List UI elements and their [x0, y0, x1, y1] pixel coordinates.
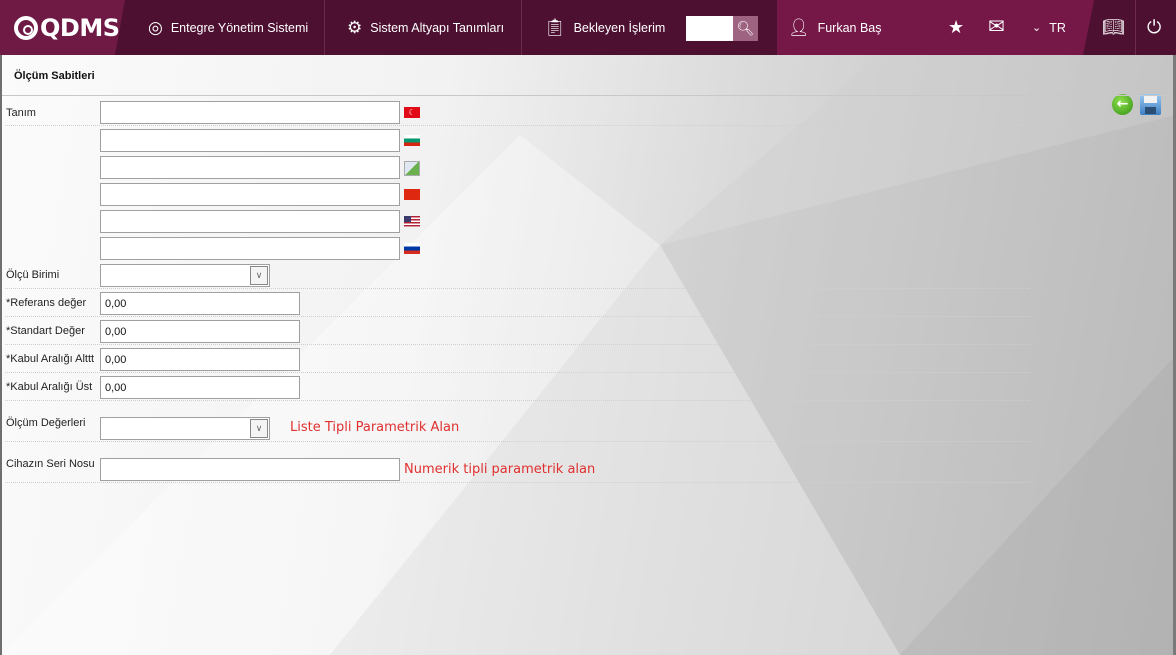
nav-sistem-altyapi[interactable]: ⚙ Sistem Altyapı Tanımları [347, 0, 504, 55]
nav-label: Sistem Altyapı Tanımları [370, 20, 505, 35]
logo-q-icon [14, 15, 38, 40]
kabul-alt-input[interactable] [100, 348, 300, 371]
divider [324, 0, 325, 55]
divider [1135, 0, 1136, 55]
standart-input[interactable] [100, 320, 300, 343]
tanim-input-cn[interactable] [100, 183, 400, 206]
language-label: TR [1049, 20, 1066, 35]
nav-label: Bekleyen İşlerim [573, 20, 666, 35]
star-icon[interactable]: ★ [948, 17, 964, 38]
olcu-birimi-label: Ölçü Birimi [6, 269, 60, 281]
gear-icon: ⚙ [347, 17, 363, 37]
user-menu[interactable]: 👤︎ Furkan Baş [788, 0, 882, 55]
chevron-down-icon[interactable]: ∨ [250, 266, 268, 285]
chevron-down-icon: ⌄ [1032, 22, 1042, 34]
seri-no-note: Numerik tipli parametrik alan [404, 462, 596, 477]
search-button[interactable]: 🔍︎ [733, 16, 758, 41]
chevron-down-icon[interactable]: ∨ [250, 419, 268, 438]
broken-image-icon [404, 161, 420, 176]
divider [5, 372, 1030, 373]
divider [521, 0, 522, 55]
kabul-ust-label: *Kabul Aralığı Üst [6, 381, 93, 393]
divider [5, 316, 1030, 317]
header-end [1083, 0, 1176, 55]
olcum-degerleri-select[interactable]: ∨ [100, 417, 270, 440]
language-select[interactable]: ⌄ TR [1032, 0, 1066, 55]
olcum-degerleri-note: Liste Tipli Parametrik Alan [290, 420, 460, 435]
kabul-alt-label: *Kabul Aralığı Alttt [6, 353, 95, 365]
divider [5, 344, 1030, 345]
flag-tr-icon: ☾ [404, 107, 420, 118]
page-title: Ölçüm Sabitleri [14, 70, 95, 82]
divider [5, 400, 1030, 401]
flag-ru-icon [404, 243, 420, 254]
nav-bekleyen-islerim[interactable]: 📋︎ Bekleyen İşlerim [544, 0, 665, 55]
mail-icon[interactable]: ✉ [988, 14, 1005, 38]
top-bar: QDMS ◎ Entegre Yönetim Sistemi ⚙ Sistem Al… [0, 0, 1176, 55]
qdms-q-icon: ◎ [148, 17, 163, 37]
power-icon[interactable]: ⏻ [1147, 17, 1161, 38]
referans-input[interactable] [100, 292, 300, 315]
flag-us-icon [404, 216, 420, 227]
window-border-left [0, 55, 2, 655]
olcu-birimi-select[interactable]: ∨ [100, 264, 270, 287]
seri-no-label: Cihazın Seri Nosu [6, 458, 95, 470]
seri-no-input[interactable] [100, 458, 400, 481]
tanim-input-3[interactable] [100, 156, 400, 179]
divider [5, 125, 1030, 126]
logo-text: QDMS [40, 13, 120, 42]
save-button[interactable] [1140, 94, 1161, 115]
olcum-degerleri-label: Ölçüm Değerleri [6, 417, 86, 429]
tanim-input-ru[interactable] [100, 237, 400, 260]
qdms-logo[interactable]: QDMS [0, 0, 125, 55]
back-arrow-icon: ← [1116, 96, 1129, 112]
search-icon: 🔍︎ [736, 20, 755, 37]
back-button[interactable]: ← [1112, 94, 1133, 115]
standart-label: *Standart Değer [6, 325, 85, 337]
flag-bg-icon [404, 135, 420, 146]
flag-cn-icon [404, 189, 420, 200]
tanim-input-us[interactable] [100, 210, 400, 233]
nav-label: Entegre Yönetim Sistemi [170, 20, 309, 35]
kabul-ust-input[interactable] [100, 376, 300, 399]
divider [5, 288, 1030, 289]
tanim-label: Tanım [6, 107, 36, 119]
tanim-input-tr[interactable] [100, 101, 400, 124]
tanim-input-bg[interactable] [100, 129, 400, 152]
nav-entegre-yonetim[interactable]: ◎ Entegre Yönetim Sistemi [148, 0, 308, 55]
manual-book-icon[interactable]: 📖︎ [1102, 17, 1125, 38]
referans-label: *Referans değer [6, 297, 87, 309]
divider [2, 95, 1173, 96]
search-input[interactable] [686, 16, 733, 41]
divider [5, 441, 1030, 442]
clipboard-icon: 📋︎ [544, 17, 566, 37]
user-icon: 👤︎ [788, 17, 810, 37]
divider [5, 482, 1030, 483]
user-name: Furkan Baş [817, 20, 882, 35]
